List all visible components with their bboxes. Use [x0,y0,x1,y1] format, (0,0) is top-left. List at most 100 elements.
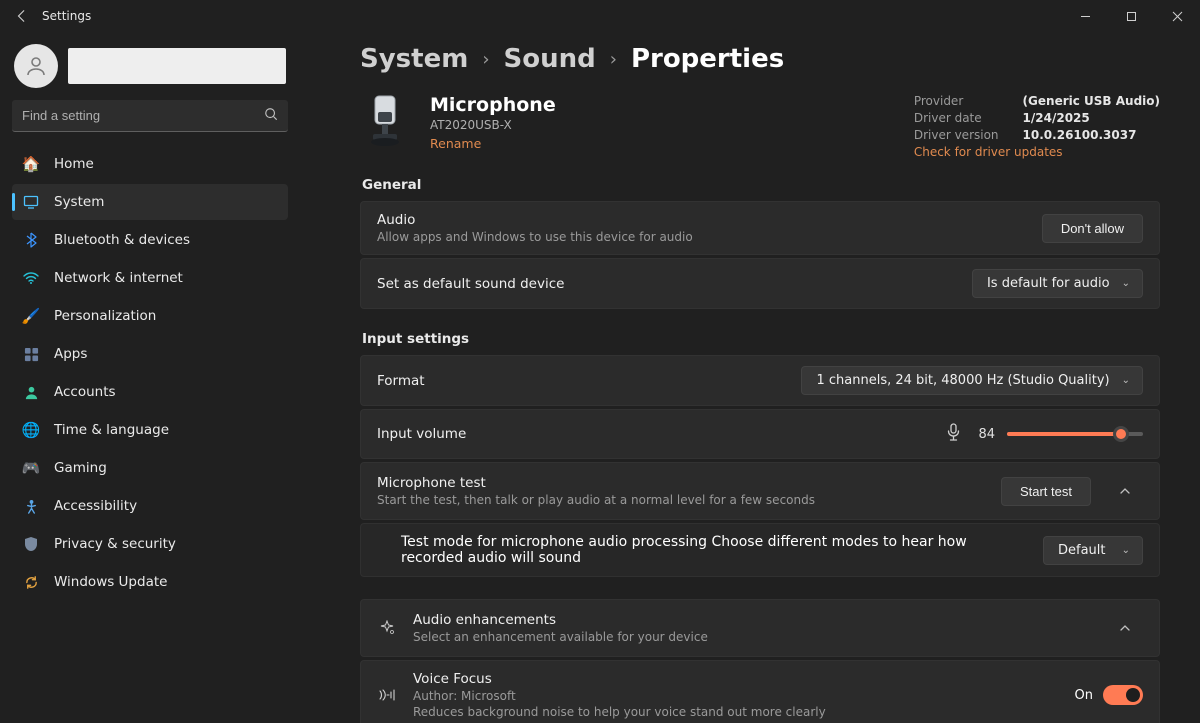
nav-item-personalization[interactable]: 🖌️ Personalization [12,298,288,334]
volume-value: 84 [973,427,995,442]
driver-version-label: Driver version [914,128,999,142]
nav-item-accessibility[interactable]: Accessibility [12,488,288,524]
titlebar: Settings [0,0,1200,32]
nav-item-windows-update[interactable]: Windows Update [12,564,288,600]
device-model: AT2020USB-X [430,118,556,132]
card-audio-allow: Audio Allow apps and Windows to use this… [360,201,1160,255]
accessibility-icon [22,497,40,515]
nav-item-privacy[interactable]: Privacy & security [12,526,288,562]
card-microphone-test: Microphone test Start the test, then tal… [360,462,1160,520]
driver-date-label: Driver date [914,111,999,125]
device-header: Microphone AT2020USB-X Rename Provider (… [360,94,1160,159]
section-general-label: General [362,177,1160,193]
nav-item-network[interactable]: Network & internet [12,260,288,296]
start-test-button[interactable]: Start test [1001,477,1091,506]
breadcrumb-sound[interactable]: Sound [504,44,596,74]
minimize-button[interactable] [1062,0,1108,32]
collapse-enhancements-button[interactable] [1107,610,1143,646]
mic-test-heading: Microphone test [377,475,985,491]
nav-label: Gaming [54,460,107,476]
breadcrumb-current: Properties [631,44,784,74]
search-input[interactable] [22,108,264,123]
chevron-down-icon: ⌄ [1122,375,1130,386]
maximize-button[interactable] [1108,0,1154,32]
dropdown-value: 1 channels, 24 bit, 48000 Hz (Studio Qua… [816,373,1109,388]
driver-version-value: 10.0.26100.3037 [1023,128,1160,142]
search-icon [264,107,278,125]
format-dropdown[interactable]: 1 channels, 24 bit, 48000 Hz (Studio Qua… [801,366,1143,395]
test-mode-dropdown[interactable]: Default ⌄ [1043,536,1143,565]
nav-label: Accessibility [54,498,137,514]
audio-heading: Audio [377,212,1026,228]
default-device-heading: Set as default sound device [377,276,956,292]
driver-info: Provider (Generic USB Audio) Driver date… [914,94,1160,159]
default-device-dropdown[interactable]: Is default for audio ⌄ [972,269,1143,298]
device-title: Microphone [430,94,556,116]
sidebar: 🏠 Home System Bluetooth & devices Netw [0,32,300,723]
nav-label: Personalization [54,308,156,324]
person-icon [22,383,40,401]
system-icon [22,193,40,211]
main-content: System › Sound › Properties Microphone A… [300,32,1200,723]
nav-label: Bluetooth & devices [54,232,190,248]
nav-item-apps[interactable]: Apps [12,336,288,372]
dropdown-value: Default [1058,543,1106,558]
nav-item-time-language[interactable]: 🌐 Time & language [12,412,288,448]
chevron-right-icon: › [482,49,489,70]
nav-label: Accounts [54,384,116,400]
nav-label: Network & internet [54,270,183,286]
nav-item-system[interactable]: System [12,184,288,220]
avatar [14,44,58,88]
nav-label: Windows Update [54,574,167,590]
audio-subtitle: Allow apps and Windows to use this devic… [377,230,1026,244]
voice-focus-heading: Voice Focus [413,671,1059,687]
chevron-down-icon: ⌄ [1122,278,1130,289]
card-audio-enhancements[interactable]: Audio enhancements Select an enhancement… [360,599,1160,657]
nav-item-home[interactable]: 🏠 Home [12,146,288,182]
card-format: Format 1 channels, 24 bit, 48000 Hz (Stu… [360,355,1160,406]
chevron-right-icon: › [610,49,617,70]
close-button[interactable] [1154,0,1200,32]
toggle-state-label: On [1075,688,1093,703]
brush-icon: 🖌️ [22,307,40,325]
nav-item-bluetooth[interactable]: Bluetooth & devices [12,222,288,258]
chevron-down-icon: ⌄ [1122,545,1130,556]
sparkle-icon [377,618,397,638]
globe-icon: 🌐 [22,421,40,439]
enhancements-heading: Audio enhancements [413,612,1091,628]
card-input-volume: Input volume 84 [360,409,1160,459]
driver-date-value: 1/24/2025 [1023,111,1160,125]
profile-row[interactable] [12,40,288,96]
bluetooth-icon [22,231,40,249]
nav-item-gaming[interactable]: 🎮 Gaming [12,450,288,486]
card-default-device: Set as default sound device Is default f… [360,258,1160,309]
voice-focus-toggle[interactable] [1103,685,1143,705]
voice-focus-desc: Reduces background noise to help your vo… [413,705,1059,719]
driver-provider-value: (Generic USB Audio) [1023,94,1160,108]
nav-label: Apps [54,346,87,362]
dropdown-value: Is default for audio [987,276,1110,291]
profile-name-block [68,48,286,84]
gamepad-icon: 🎮 [22,459,40,477]
card-test-mode: Test mode for microphone audio processin… [360,523,1160,577]
nav-item-accounts[interactable]: Accounts [12,374,288,410]
voice-focus-icon [377,685,397,705]
search-box[interactable] [12,100,288,132]
input-volume-heading: Input volume [377,426,930,442]
driver-provider-label: Provider [914,94,999,108]
section-input-label: Input settings [362,331,1160,347]
volume-slider[interactable] [1007,432,1143,436]
back-button[interactable] [12,6,32,26]
format-heading: Format [377,373,785,389]
breadcrumb-system[interactable]: System [360,44,468,74]
test-mode-heading: Test mode for microphone audio processin… [401,534,707,550]
nav-label: Time & language [54,422,169,438]
nav-list: 🏠 Home System Bluetooth & devices Netw [12,146,288,600]
rename-link[interactable]: Rename [430,136,556,151]
microphone-icon[interactable] [946,423,961,445]
dont-allow-button[interactable]: Don't allow [1042,214,1143,243]
update-icon [22,573,40,591]
breadcrumb: System › Sound › Properties [360,44,1160,74]
check-driver-updates-link[interactable]: Check for driver updates [914,145,1160,159]
collapse-mic-test-button[interactable] [1107,473,1143,509]
